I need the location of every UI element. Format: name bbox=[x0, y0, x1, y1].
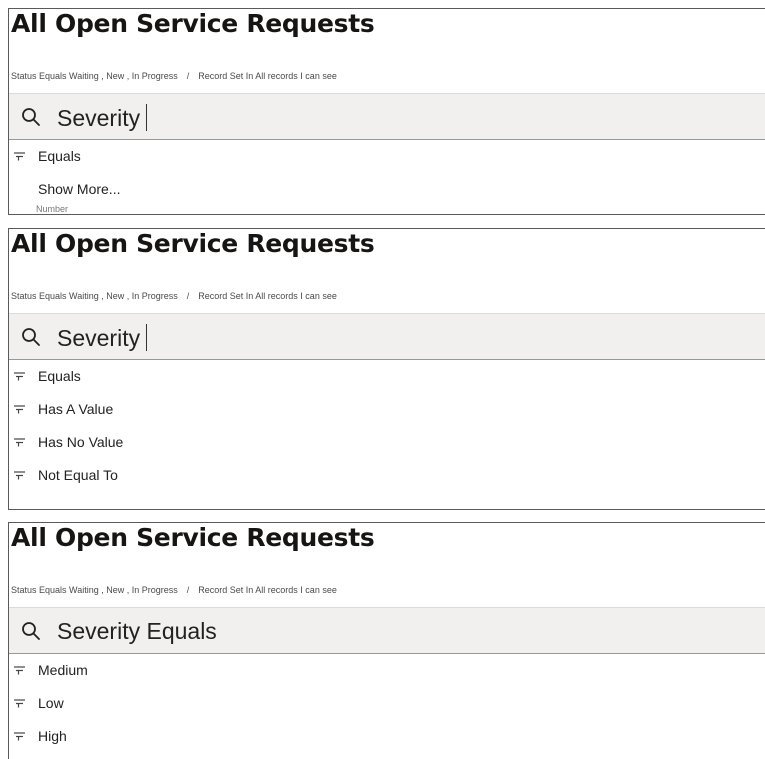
list-item[interactable]: Low bbox=[9, 687, 765, 720]
list-item-label: High bbox=[38, 728, 67, 744]
list-item[interactable]: High bbox=[9, 720, 765, 753]
breadcrumb-status-filter[interactable]: Status Equals Waiting , New , In Progres… bbox=[11, 585, 178, 595]
list-item-label: Has No Value bbox=[38, 434, 124, 450]
text-caret bbox=[146, 324, 148, 351]
list-item-label: Equals bbox=[38, 368, 81, 384]
search-icon bbox=[22, 108, 40, 126]
breadcrumb-separator: / bbox=[186, 291, 190, 301]
list-item[interactable]: Not Equal To bbox=[9, 459, 765, 492]
filter-icon bbox=[14, 405, 25, 414]
search-panel-value-list: All Open Service Requests Status Equals … bbox=[8, 522, 765, 759]
search-bar[interactable]: Severity bbox=[9, 313, 765, 360]
list-item-label: Has A Value bbox=[38, 401, 114, 417]
filter-icon bbox=[14, 152, 25, 161]
list-item-label: Low bbox=[38, 695, 64, 711]
page-title: All Open Service Requests bbox=[11, 229, 375, 258]
search-input[interactable]: Severity bbox=[57, 104, 148, 132]
breadcrumb: Status Equals Waiting , New , In Progres… bbox=[11, 291, 337, 301]
clipped-text: Number bbox=[36, 205, 69, 213]
breadcrumb-separator: / bbox=[186, 585, 190, 595]
list-item[interactable]: Has A Value bbox=[9, 393, 765, 426]
page-title: All Open Service Requests bbox=[11, 9, 375, 38]
breadcrumb-record-set[interactable]: Record Set In All records I can see bbox=[198, 291, 337, 301]
list-item-label: Not Equal To bbox=[38, 467, 118, 483]
page-title: All Open Service Requests bbox=[11, 523, 375, 552]
breadcrumb-status-filter[interactable]: Status Equals Waiting , New , In Progres… bbox=[11, 71, 178, 81]
filter-icon bbox=[14, 438, 25, 447]
list-item-label: Medium bbox=[38, 662, 88, 678]
list-item[interactable]: Medium bbox=[9, 654, 765, 687]
search-bar[interactable]: Severity Equals bbox=[9, 607, 765, 654]
list-item[interactable]: Equals bbox=[9, 140, 765, 173]
breadcrumb-record-set[interactable]: Record Set In All records I can see bbox=[198, 585, 337, 595]
suggestion-list: Equals Has A Value Has No Value Not Equa… bbox=[9, 360, 765, 492]
filter-icon bbox=[14, 699, 25, 708]
list-item-label: Equals bbox=[38, 148, 81, 164]
search-input[interactable]: Severity bbox=[57, 324, 148, 352]
search-bar[interactable]: Severity bbox=[9, 93, 765, 140]
breadcrumb: Status Equals Waiting , New , In Progres… bbox=[11, 585, 337, 595]
breadcrumb-status-filter[interactable]: Status Equals Waiting , New , In Progres… bbox=[11, 291, 178, 301]
show-more-label: Show More... bbox=[38, 181, 121, 197]
search-icon bbox=[22, 622, 40, 640]
search-input-value: Severity Equals bbox=[57, 618, 217, 644]
suggestion-list: Medium Low High bbox=[9, 654, 765, 753]
filter-icon bbox=[14, 732, 25, 741]
filter-icon bbox=[14, 372, 25, 381]
filter-icon bbox=[14, 471, 25, 480]
search-icon bbox=[22, 328, 40, 346]
search-input-value: Severity bbox=[57, 325, 141, 351]
search-input[interactable]: Severity Equals bbox=[57, 618, 217, 645]
show-more-link[interactable]: Show More... bbox=[9, 173, 765, 206]
search-panel-operator-expanded: All Open Service Requests Status Equals … bbox=[8, 228, 765, 510]
breadcrumb: Status Equals Waiting , New , In Progres… bbox=[11, 71, 337, 81]
breadcrumb-record-set[interactable]: Record Set In All records I can see bbox=[198, 71, 337, 81]
search-input-value: Severity bbox=[57, 105, 141, 131]
filter-icon bbox=[14, 666, 25, 675]
text-caret bbox=[146, 104, 148, 131]
list-item[interactable]: Equals bbox=[9, 360, 765, 393]
suggestion-list: Equals Show More... bbox=[9, 140, 765, 206]
search-panel-operator-collapsed: All Open Service Requests Status Equals … bbox=[8, 8, 765, 215]
list-item[interactable]: Has No Value bbox=[9, 426, 765, 459]
breadcrumb-separator: / bbox=[186, 71, 190, 81]
